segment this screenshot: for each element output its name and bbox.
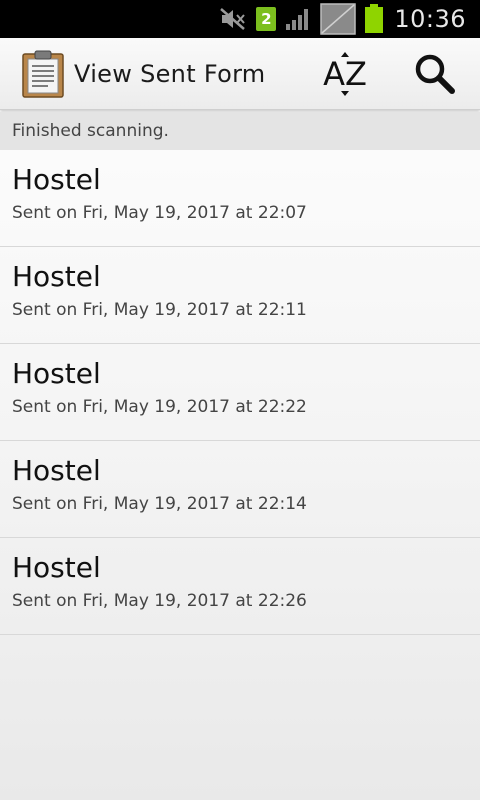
signal-icon bbox=[284, 6, 312, 32]
form-sent-date: Sent on Fri, May 19, 2017 at 22:26 bbox=[12, 591, 307, 611]
clipboard-icon[interactable] bbox=[22, 50, 64, 98]
scan-status: Finished scanning. bbox=[0, 112, 480, 150]
form-sent-date: Sent on Fri, May 19, 2017 at 22:11 bbox=[12, 300, 307, 320]
page-title: View Sent Form bbox=[74, 59, 266, 88]
form-sent-date: Sent on Fri, May 19, 2017 at 22:14 bbox=[12, 494, 307, 514]
no-signal-icon bbox=[320, 3, 357, 35]
mute-icon bbox=[218, 6, 248, 32]
action-bar: View Sent Form AZ bbox=[0, 38, 480, 110]
search-icon[interactable] bbox=[413, 52, 457, 96]
sim-number: 2 bbox=[256, 7, 277, 31]
clock: 10:36 bbox=[394, 5, 466, 33]
form-sent-date: Sent on Fri, May 19, 2017 at 22:22 bbox=[12, 397, 307, 417]
form-title: Hostel bbox=[12, 163, 101, 196]
status-bar: 2 10:36 bbox=[0, 0, 480, 38]
form-title: Hostel bbox=[12, 454, 101, 487]
action-bar-buttons: AZ bbox=[300, 38, 480, 110]
form-title: Hostel bbox=[12, 260, 101, 293]
sort-label: AZ bbox=[323, 55, 367, 93]
form-title: Hostel bbox=[12, 551, 101, 584]
list-item[interactable]: Hostel Sent on Fri, May 19, 2017 at 22:1… bbox=[0, 441, 480, 538]
sort-button[interactable]: AZ bbox=[300, 38, 390, 110]
battery-icon bbox=[364, 4, 384, 34]
form-sent-date: Sent on Fri, May 19, 2017 at 22:07 bbox=[12, 203, 307, 223]
list-item[interactable]: Hostel Sent on Fri, May 19, 2017 at 22:2… bbox=[0, 344, 480, 441]
list-item[interactable]: Hostel Sent on Fri, May 19, 2017 at 22:1… bbox=[0, 247, 480, 344]
list-item[interactable]: Hostel Sent on Fri, May 19, 2017 at 22:2… bbox=[0, 538, 480, 635]
search-button[interactable] bbox=[390, 38, 480, 110]
sent-form-list: Hostel Sent on Fri, May 19, 2017 at 22:0… bbox=[0, 150, 480, 635]
sim-icon: 2 bbox=[256, 7, 277, 31]
sort-az-icon[interactable]: AZ bbox=[320, 50, 370, 98]
form-title: Hostel bbox=[12, 357, 101, 390]
list-item[interactable]: Hostel Sent on Fri, May 19, 2017 at 22:0… bbox=[0, 150, 480, 247]
